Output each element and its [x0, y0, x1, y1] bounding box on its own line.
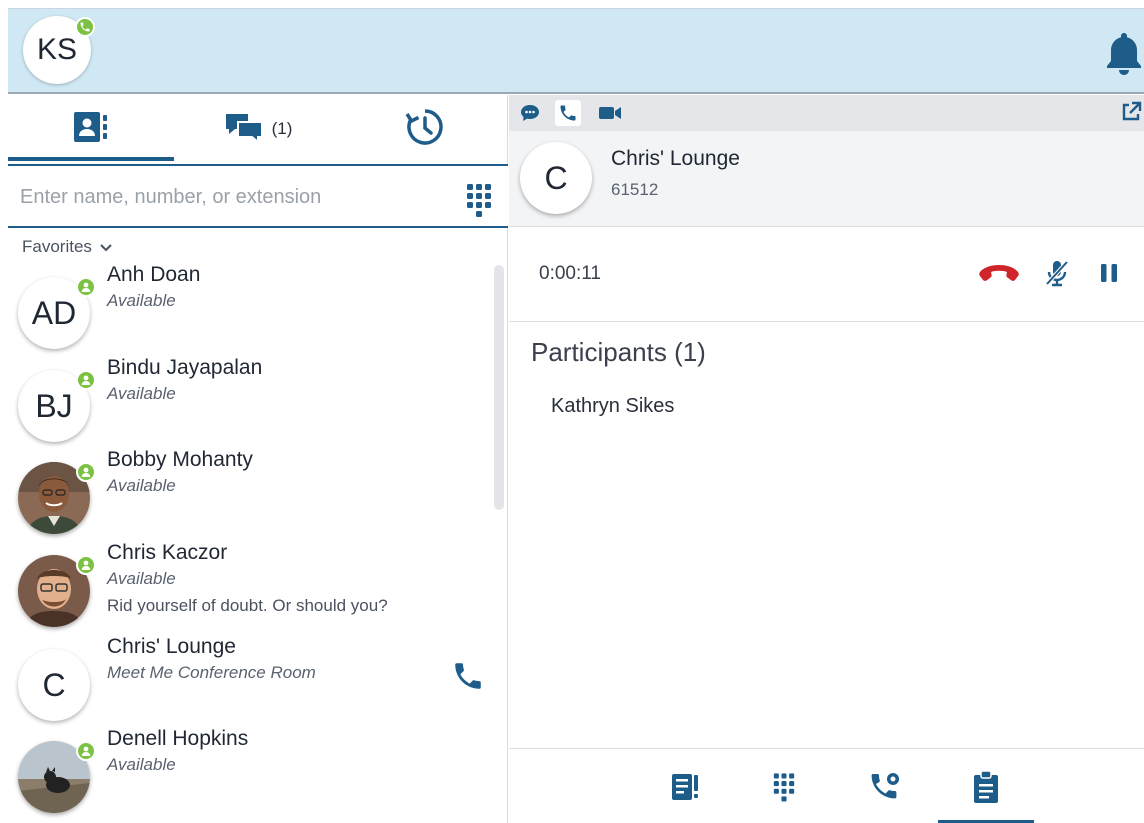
chat-count-badge: (1)	[271, 119, 293, 138]
call-toolbar	[509, 748, 1144, 823]
contact-status: Available	[107, 476, 176, 495]
contact-status: Available	[107, 569, 176, 588]
contact-item[interactable]: BJ Bindu Jayapalan Available	[8, 356, 488, 460]
search-bar	[8, 164, 508, 228]
hold-button[interactable]	[1091, 258, 1127, 292]
call-timer: 0:00:11	[539, 263, 601, 284]
favorites-label: Favorites	[22, 237, 92, 256]
tab-chats[interactable]: (1)	[174, 95, 342, 163]
call-avatar-initials: C	[544, 159, 568, 196]
contact-name: Denell Hopkins	[107, 727, 249, 750]
presence-available-icon	[76, 277, 96, 297]
avatar: C	[18, 649, 90, 721]
hang-up-button[interactable]	[977, 258, 1021, 292]
contact-name: Chris' Lounge	[107, 635, 236, 658]
contacts-scrollbar[interactable]	[494, 265, 504, 510]
search-input[interactable]	[20, 180, 440, 214]
contact-name: Anh Doan	[107, 263, 201, 286]
contacts-panel: (1) Fa	[8, 95, 508, 823]
contact-item[interactable]: AD Anh Doan Available	[8, 263, 488, 367]
call-contact-name: Chris' Lounge	[611, 147, 740, 170]
participant-item: Kathryn Sikes	[551, 395, 675, 417]
call-transfer-icon[interactable]	[865, 767, 905, 807]
dialpad-icon[interactable]	[464, 180, 494, 220]
contact-status: Available	[107, 291, 176, 310]
call-controls: 0:00:11	[509, 228, 1144, 322]
history-clock-icon	[405, 107, 445, 152]
pause-icon	[1099, 262, 1119, 289]
contact-name: Chris Kaczor	[107, 541, 228, 564]
notes-alert-icon[interactable]	[665, 767, 705, 807]
phone-status-icon	[75, 17, 95, 37]
video-icon[interactable]	[597, 100, 623, 126]
contact-status: Meet Me Conference Room	[107, 663, 316, 682]
left-tabs: (1)	[8, 95, 508, 163]
chevron-down-icon	[100, 237, 112, 257]
contact-status: Available	[107, 384, 176, 403]
contact-status-note: Rid yourself of doubt. Or should you?	[107, 596, 388, 615]
presence-available-icon	[76, 741, 96, 761]
contact-name: Bindu Jayapalan	[107, 356, 263, 379]
hang-up-icon	[978, 262, 1020, 289]
user-initials: KS	[36, 33, 78, 66]
tab-contacts[interactable]	[8, 95, 174, 163]
chat-icon[interactable]	[517, 100, 543, 126]
avatar: C	[520, 142, 592, 214]
contacts-icon	[72, 110, 110, 149]
mute-button[interactable]	[1039, 258, 1075, 292]
presence-available-icon	[76, 555, 96, 575]
bell-icon[interactable]	[1104, 29, 1144, 79]
tab-history[interactable]	[342, 95, 508, 163]
presence-available-icon	[76, 370, 96, 390]
dialpad-icon[interactable]	[764, 767, 804, 807]
conversation-mode-bar	[509, 95, 1144, 131]
contact-status: Available	[107, 755, 176, 774]
popout-icon[interactable]	[1120, 101, 1142, 123]
avatar-initials: AD	[31, 294, 77, 331]
contact-name: Bobby Mohanty	[107, 448, 253, 471]
top-header: KS	[8, 8, 1144, 94]
contact-item[interactable]: Denell Hopkins Available	[8, 727, 488, 823]
contact-item[interactable]: Chris Kaczor Available Rid yourself of d…	[8, 541, 488, 645]
chat-bubbles-icon	[224, 110, 264, 149]
phone-icon[interactable]	[555, 100, 581, 126]
participants-heading: Participants (1)	[531, 337, 706, 367]
call-extension: 61512	[611, 180, 659, 199]
active-tab-indicator	[8, 157, 174, 161]
clipboard-icon[interactable]	[966, 767, 1006, 807]
contact-item[interactable]: C Chris' Lounge Meet Me Conference Room	[8, 635, 488, 739]
contact-item[interactable]: Bobby Mohanty Available	[8, 448, 488, 552]
mute-microphone-icon	[1044, 259, 1070, 292]
avatar-initials: BJ	[35, 387, 73, 424]
avatar-initials: C	[42, 666, 66, 703]
presence-available-icon	[76, 462, 96, 482]
call-panel: C Chris' Lounge 61512 0:00:11 Participan…	[509, 95, 1144, 823]
phone-icon[interactable]	[451, 659, 485, 693]
active-call-header: C Chris' Lounge 61512	[509, 131, 1144, 227]
favorites-dropdown[interactable]: Favorites	[22, 237, 112, 257]
